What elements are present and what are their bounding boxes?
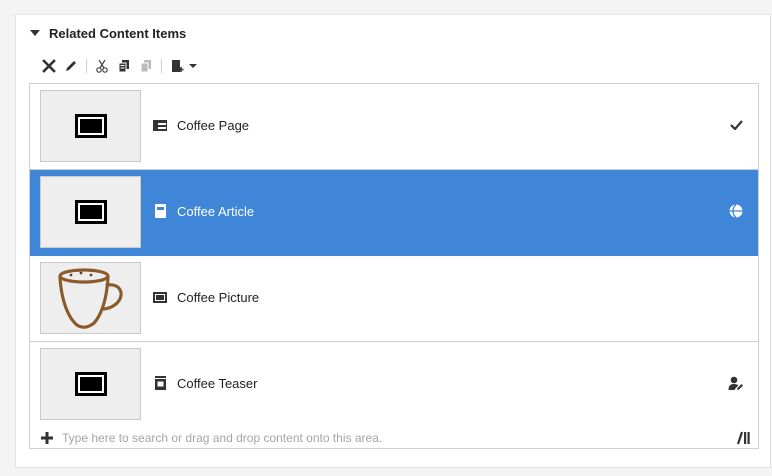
toolbar-divider <box>161 59 162 73</box>
list-item[interactable]: Coffee Article <box>30 170 758 256</box>
checkmark-icon <box>728 117 744 133</box>
collapse-triangle-icon[interactable] <box>30 30 40 36</box>
copy-icon[interactable] <box>113 55 135 77</box>
remove-icon[interactable] <box>38 55 60 77</box>
placeholder-picture-icon <box>40 348 141 420</box>
picture-icon <box>153 290 167 304</box>
item-title: Coffee Picture <box>177 290 260 305</box>
toolbar-divider <box>86 59 87 73</box>
article-icon <box>153 204 167 218</box>
list-item[interactable]: Coffee Picture <box>30 256 758 342</box>
add-content-icon[interactable] <box>166 55 188 77</box>
list-item[interactable]: Coffee Page <box>30 84 758 170</box>
plus-icon[interactable] <box>36 428 58 448</box>
coffee-cup-image <box>40 262 141 334</box>
list-item[interactable]: Coffee Teaser <box>30 342 758 428</box>
placeholder-picture-icon <box>40 90 141 162</box>
item-title: Coffee Page <box>177 118 250 133</box>
teaser-icon <box>153 376 167 390</box>
paste-icon[interactable] <box>135 55 157 77</box>
cut-icon[interactable] <box>91 55 113 77</box>
user-edit-icon <box>728 375 744 391</box>
globe-published-icon <box>728 203 744 219</box>
dropdown-arrow-icon[interactable] <box>188 55 198 77</box>
search-input[interactable] <box>58 428 732 447</box>
item-title: Coffee Article <box>177 204 255 219</box>
panel-title: Related Content Items <box>49 25 187 41</box>
related-content-list: Coffee Page Coffee Article Coffee Pictur… <box>29 83 759 428</box>
search-bar <box>29 427 759 449</box>
toolbar <box>38 55 198 77</box>
item-title: Coffee Teaser <box>177 376 258 391</box>
edit-icon[interactable] <box>60 55 82 77</box>
panel-header[interactable]: Related Content Items <box>30 23 186 43</box>
related-content-panel: Related Content Items Coffee Page Coffee… <box>15 14 771 468</box>
page-layout-icon <box>153 118 167 132</box>
library-icon[interactable] <box>732 428 754 448</box>
placeholder-picture-icon <box>40 176 141 248</box>
